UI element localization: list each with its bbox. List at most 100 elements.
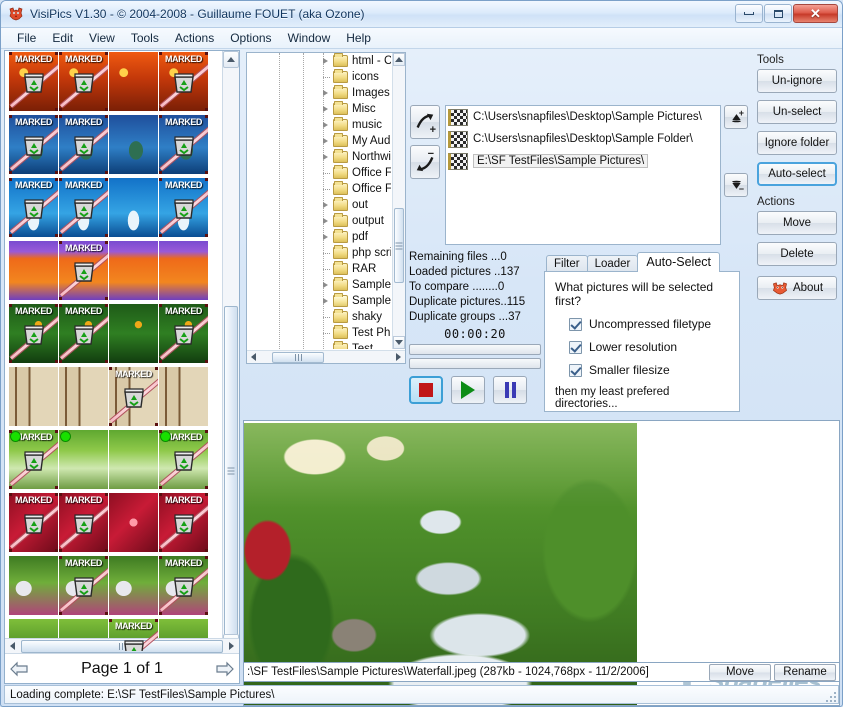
thumbnail[interactable] [109, 556, 158, 615]
remove-folder-button[interactable]: − [410, 145, 440, 179]
folder-tree-item[interactable]: php scrip [247, 245, 391, 261]
expand-triangle-icon[interactable] [323, 218, 328, 224]
tree-scroll-up-button[interactable] [393, 53, 405, 66]
folder-tree-item[interactable]: Office Fi [247, 165, 391, 181]
thumbnail-marked[interactable]: MARKED [159, 493, 208, 552]
thumbnail-marked[interactable]: MARKED [59, 241, 108, 300]
thumbnail-marked[interactable]: MARKED [9, 115, 58, 174]
close-button[interactable]: ✕ [793, 4, 838, 23]
thumbnail[interactable] [109, 304, 158, 363]
tree-hscroll-thumb[interactable] [272, 352, 324, 363]
checkbox-uncompressed-filetype[interactable]: Uncompressed filetype [569, 317, 729, 331]
scan-path-item[interactable]: C:\Users\snapfiles\Desktop\Sample Pictur… [446, 106, 720, 128]
tab-auto-select[interactable]: Auto-Select [637, 252, 720, 272]
folder-tree-item[interactable]: Northwir [247, 149, 391, 165]
delete-button[interactable]: Delete [757, 242, 837, 266]
un-ignore-button[interactable]: Un-ignore [757, 69, 837, 93]
auto-select-button[interactable]: Auto-select [757, 162, 837, 186]
ignore-folder-button[interactable]: Ignore folder [757, 131, 837, 155]
folder-tree-item[interactable]: Sample [247, 277, 391, 293]
checkbox-lower-resolution[interactable]: Lower resolution [569, 340, 729, 354]
thumbnail-marked[interactable]: MARKED [9, 52, 58, 111]
expand-triangle-icon[interactable] [323, 154, 328, 160]
thumbnail-scroll-thumb[interactable] [224, 306, 238, 636]
tab-loader[interactable]: Loader [587, 255, 639, 272]
thumbnail-marked[interactable]: MARKED [109, 367, 158, 426]
minimize-button[interactable] [735, 4, 763, 23]
thumbnail-marked[interactable]: MARKED [59, 52, 108, 111]
scan-path-item[interactable]: C:\Users\snapfiles\Desktop\Sample Folder… [446, 128, 720, 150]
thumbnail-marked[interactable]: MARKED [9, 430, 58, 489]
thumbnail[interactable] [109, 493, 158, 552]
menu-window[interactable]: Window [280, 29, 339, 47]
thumbnail[interactable] [109, 52, 158, 111]
folder-tree-item[interactable]: My Audi [247, 133, 391, 149]
checkbox-icon[interactable] [569, 364, 582, 377]
folder-tree-item[interactable]: output [247, 213, 391, 229]
about-button[interactable]: About [757, 276, 837, 300]
tree-scroll-left-button[interactable] [247, 351, 260, 364]
tab-filter[interactable]: Filter [546, 255, 588, 272]
move-button[interactable]: Move [757, 211, 837, 235]
thumbnail[interactable] [159, 367, 208, 426]
folder-tree-item[interactable]: shaky [247, 309, 391, 325]
checkbox-icon[interactable] [569, 341, 582, 354]
thumbnail-marked[interactable]: MARKED [159, 178, 208, 237]
menu-tools[interactable]: Tools [123, 29, 167, 47]
expand-triangle-icon[interactable] [323, 90, 328, 96]
expand-triangle-icon[interactable] [323, 106, 328, 112]
thumbnail[interactable] [109, 241, 158, 300]
folder-tree-item[interactable]: Test [247, 341, 391, 349]
thumbnail-marked[interactable]: MARKED [9, 304, 58, 363]
expand-triangle-icon[interactable] [323, 234, 328, 240]
thumbnail[interactable] [59, 430, 108, 489]
add-folder-button[interactable]: + [410, 105, 440, 139]
thumbnail-marked[interactable]: MARKED [159, 430, 208, 489]
thumbnail-marked[interactable]: MARKED [59, 556, 108, 615]
move-path-up-button[interactable]: + [724, 105, 748, 129]
folder-tree-item[interactable]: music [247, 117, 391, 133]
thumbnail-marked[interactable]: MARKED [59, 493, 108, 552]
checkbox-smaller-filesize[interactable]: Smaller filesize [569, 363, 729, 377]
thumbnail[interactable] [9, 241, 58, 300]
thumbnail[interactable] [9, 367, 58, 426]
folder-tree-item[interactable]: Office Fi [247, 181, 391, 197]
folder-tree[interactable]: html - CoiconsImagesMiscmusicMy AudiNort… [247, 53, 391, 349]
thumbnail[interactable] [9, 556, 58, 615]
thumbnail-marked[interactable]: MARKED [59, 304, 108, 363]
expand-triangle-icon[interactable] [323, 298, 328, 304]
expand-triangle-icon[interactable] [323, 122, 328, 128]
maximize-button[interactable] [764, 4, 792, 23]
folder-tree-item[interactable]: Sample [247, 293, 391, 309]
pause-button[interactable] [493, 376, 527, 404]
play-button[interactable] [451, 376, 485, 404]
thumbnail[interactable] [159, 241, 208, 300]
folder-tree-item[interactable]: icons [247, 69, 391, 85]
thumbnail-marked[interactable]: MARKED [159, 556, 208, 615]
folder-tree-item[interactable]: Test Ph [247, 325, 391, 341]
thumbnail-marked[interactable]: MARKED [9, 493, 58, 552]
folder-tree-item[interactable]: RAR [247, 261, 391, 277]
thumbnail-marked[interactable]: MARKED [59, 178, 108, 237]
previous-page-button[interactable] [8, 658, 30, 680]
expand-triangle-icon[interactable] [323, 138, 328, 144]
folder-tree-item[interactable]: pdf [247, 229, 391, 245]
folder-tree-item[interactable]: html - Co [247, 53, 391, 69]
thumbnail-vertical-scrollbar[interactable] [222, 51, 239, 651]
folder-tree-item[interactable]: Images [247, 85, 391, 101]
thumbnail[interactable] [109, 115, 158, 174]
menu-file[interactable]: File [9, 29, 44, 47]
menu-help[interactable]: Help [338, 29, 379, 47]
thumbnail-scroll-left-button[interactable] [5, 639, 20, 654]
folder-tree-item[interactable]: Misc [247, 101, 391, 117]
thumbnail-marked[interactable]: MARKED [159, 304, 208, 363]
tree-horizontal-scrollbar[interactable] [247, 350, 405, 363]
menu-actions[interactable]: Actions [167, 29, 222, 47]
stop-button[interactable] [409, 376, 443, 404]
thumbnail-grid[interactable]: MARKED MARKED MARKED MARKED MARKED MARKE… [5, 51, 221, 651]
thumbnail[interactable] [109, 178, 158, 237]
thumbnail-scroll-up-button[interactable] [223, 51, 239, 68]
scan-path-item[interactable]: E:\SF TestFiles\Sample Pictures\ [446, 150, 720, 172]
tree-scroll-right-button[interactable] [392, 351, 405, 364]
tree-vertical-scrollbar[interactable] [392, 53, 405, 349]
